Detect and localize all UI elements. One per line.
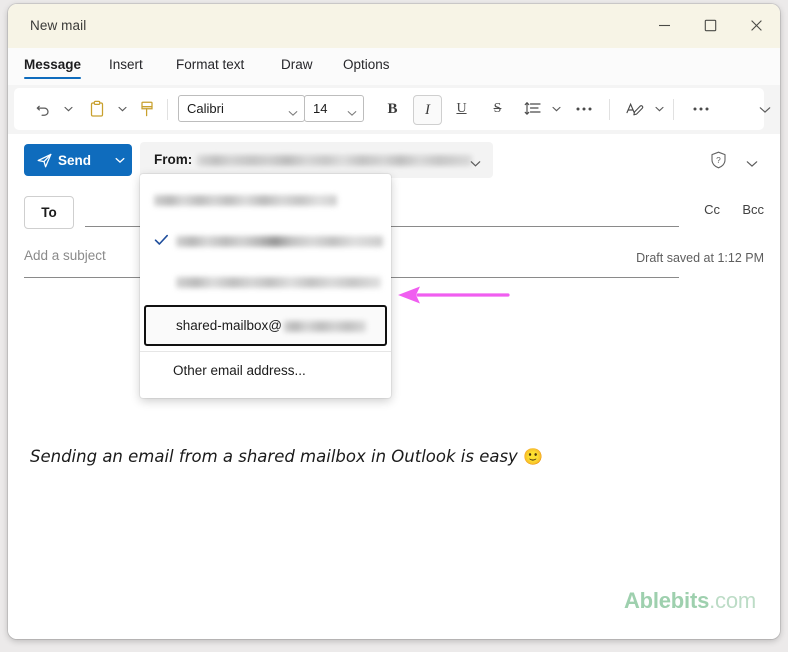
- from-label: From:: [154, 152, 193, 167]
- underline-label: U: [456, 101, 467, 116]
- watermark-domain: .com: [709, 588, 756, 613]
- dropdown-item-shared-mailbox-label: shared-mailbox@: [176, 318, 282, 333]
- more-commands-button[interactable]: [687, 95, 714, 123]
- smiley-emoji-icon: 🙂: [523, 447, 543, 466]
- close-button[interactable]: [733, 4, 779, 47]
- tab-draw[interactable]: Draw: [281, 57, 313, 72]
- dropdown-item-1-redacted-address: [154, 195, 337, 206]
- from-field[interactable]: From:: [140, 142, 493, 178]
- more-paragraph-options-button[interactable]: [570, 95, 597, 123]
- dropdown-item-other-email-address[interactable]: Other email address...: [140, 352, 391, 392]
- line-spacing-chevron[interactable]: [548, 95, 564, 123]
- subject-input[interactable]: Add a subject: [24, 248, 106, 263]
- maximize-button[interactable]: [687, 4, 733, 47]
- toolbar-separator-2: [609, 99, 610, 120]
- font-size-chevron-icon: [347, 104, 357, 122]
- ribbon-collapse-button[interactable]: [756, 101, 774, 119]
- to-row: To Cc Bcc: [8, 186, 780, 238]
- message-body-text: Sending an email from a shared mailbox i…: [30, 447, 543, 466]
- dropdown-item-account-3[interactable]: [140, 262, 391, 303]
- send-button[interactable]: Send: [24, 144, 107, 176]
- window-title: New mail: [30, 18, 87, 33]
- shield-question-icon[interactable]: ?: [710, 151, 727, 174]
- message-body-sentence: Sending an email from a shared mailbox i…: [30, 447, 524, 466]
- dropdown-item-account-1[interactable]: [140, 180, 391, 221]
- header-expand-chevron[interactable]: [746, 155, 758, 173]
- dropdown-item-2-redacted-address: [176, 236, 383, 247]
- strikethrough-button[interactable]: S: [484, 95, 511, 123]
- title-bar: New mail: [8, 4, 780, 49]
- underline-button[interactable]: U: [448, 95, 475, 123]
- subject-row: Add a subject Draft saved at 1:12 PM: [8, 238, 780, 282]
- paste-dropdown-chevron[interactable]: [114, 95, 130, 123]
- italic-button[interactable]: I: [413, 95, 442, 125]
- font-family-combo[interactable]: Calibri: [178, 95, 305, 122]
- checkmark-icon: [154, 233, 169, 252]
- tab-format-text[interactable]: Format text: [176, 57, 244, 72]
- dropdown-item-3-redacted-address: [176, 277, 381, 288]
- cc-button[interactable]: Cc: [704, 202, 720, 217]
- undo-button[interactable]: [30, 95, 56, 123]
- message-body[interactable]: Sending an email from a shared mailbox i…: [8, 282, 780, 639]
- tab-options[interactable]: Options: [343, 57, 390, 72]
- font-family-value: Calibri: [187, 101, 224, 116]
- ribbon-command-surface: Calibri 14 B I U S: [14, 88, 764, 130]
- svg-text:?: ?: [716, 155, 721, 165]
- to-button[interactable]: To: [24, 196, 74, 229]
- from-chevron-down-icon[interactable]: [470, 155, 481, 173]
- send-button-label: Send: [58, 152, 92, 168]
- paste-button[interactable]: [84, 95, 110, 123]
- send-row: Send From: ?: [8, 134, 780, 187]
- to-button-label: To: [41, 205, 57, 220]
- bcc-button[interactable]: Bcc: [742, 202, 764, 217]
- ribbon-tab-strip: Message Insert Format text Draw Options: [8, 48, 780, 85]
- line-spacing-button[interactable]: [519, 95, 546, 123]
- send-plane-icon: [37, 153, 52, 167]
- dropdown-item-shared-mailbox-redacted-domain: [284, 321, 366, 332]
- font-size-combo[interactable]: 14: [304, 95, 364, 122]
- watermark-brand: Ablebits: [623, 588, 710, 613]
- dropdown-item-account-2-selected[interactable]: [140, 221, 391, 262]
- tab-message[interactable]: Message: [24, 57, 82, 79]
- new-mail-window: New mail Message Insert Format text Draw…: [8, 4, 780, 639]
- undo-dropdown-chevron[interactable]: [60, 95, 76, 123]
- italic-label: I: [425, 101, 430, 118]
- format-painter-button[interactable]: [134, 95, 160, 123]
- from-address-dropdown-menu: shared-mailbox@ Other email address...: [140, 174, 391, 398]
- ribbon-toolbar: Calibri 14 B I U S: [8, 85, 780, 134]
- send-options-chevron[interactable]: [107, 144, 132, 176]
- font-family-chevron-icon: [288, 104, 298, 122]
- tab-insert[interactable]: Insert: [109, 57, 143, 72]
- toolbar-separator-3: [673, 99, 674, 120]
- dropdown-item-shared-mailbox[interactable]: shared-mailbox@: [144, 305, 387, 346]
- font-size-value: 14: [313, 101, 328, 116]
- from-address-redacted: [197, 155, 472, 166]
- toolbar-separator-1: [167, 99, 168, 120]
- bold-button[interactable]: B: [379, 95, 406, 123]
- dropdown-item-other-label: Other email address...: [173, 363, 306, 378]
- font-color-button[interactable]: [621, 95, 648, 123]
- bold-label: B: [387, 100, 398, 117]
- ablebits-watermark: Ablebits.com: [624, 588, 756, 614]
- minimize-button[interactable]: [641, 4, 687, 47]
- font-color-chevron[interactable]: [651, 95, 667, 123]
- draft-status-text: Draft saved at 1:12 PM: [636, 251, 764, 265]
- strikethrough-label: S: [493, 101, 502, 116]
